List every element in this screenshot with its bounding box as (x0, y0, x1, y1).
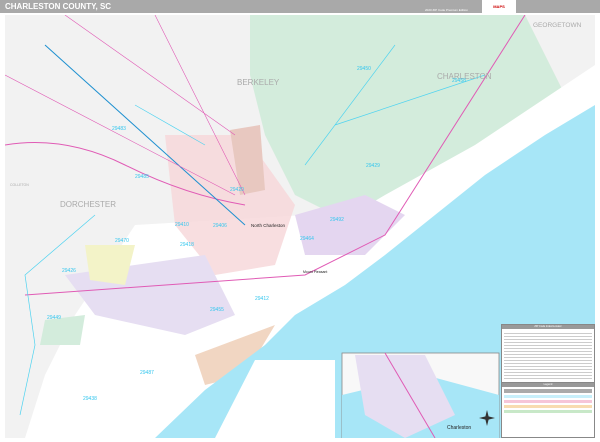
zip-label: 29420 (230, 187, 244, 193)
zip-label: 29426 (62, 268, 76, 274)
zip-index-title: ZIP Code Index/Locator (502, 325, 594, 329)
inset-city-label: Charleston (447, 425, 471, 431)
zip-label: 29438 (83, 396, 97, 402)
zip-label: 29418 (180, 242, 194, 248)
zip-label: 29412 (255, 296, 269, 302)
zip-label: 29483 (112, 126, 126, 132)
city-label-mount-pleasant: Mount Pleasant (303, 270, 327, 274)
map-legend: Legend (501, 382, 595, 438)
zip-label: 29429 (366, 163, 380, 169)
legend-swatch-interstate (504, 389, 592, 393)
zip-label: 29450 (357, 66, 371, 72)
zip-label: 29458 (452, 78, 466, 84)
edition-label: 2020 ZIP Code Premium Edition (425, 8, 468, 12)
county-label-dorchester: DORCHESTER (60, 200, 116, 209)
publisher-logo: MAPS (482, 0, 516, 13)
legend-swatch-water (504, 395, 592, 398)
zip-code-index: ZIP Code Index/Locator (501, 324, 595, 383)
county-label-georgetown: GEORGETOWN (533, 22, 582, 29)
map-title: CHARLESTON COUNTY, SC (5, 2, 112, 11)
map-header: CHARLESTON COUNTY, SC 2020 ZIP Code Prem… (0, 0, 600, 13)
zip-label: 29485 (135, 174, 149, 180)
legend-swatch-highway (504, 400, 592, 403)
zip-label: 29455 (210, 307, 224, 313)
logo-text: MAPS (493, 4, 505, 9)
legend-swatch-road (504, 405, 592, 408)
zip-label: 29410 (175, 222, 189, 228)
city-label-north-charleston: North Charleston (251, 223, 286, 228)
zip-index-table (504, 331, 592, 379)
inset-map: Charleston (341, 352, 500, 438)
county-label-berkeley: BERKELEY (237, 78, 280, 87)
zip-label: 29449 (47, 315, 61, 321)
zip-label: 29487 (140, 370, 154, 376)
zip-label: 29492 (330, 217, 344, 223)
zip-label: 29464 (300, 236, 314, 242)
county-label-colleton: COLLETON (10, 183, 29, 187)
zip-label: 29470 (115, 238, 129, 244)
legend-title: Legend (502, 383, 594, 387)
zip-label: 29406 (213, 223, 227, 229)
legend-swatch-park (504, 410, 592, 413)
